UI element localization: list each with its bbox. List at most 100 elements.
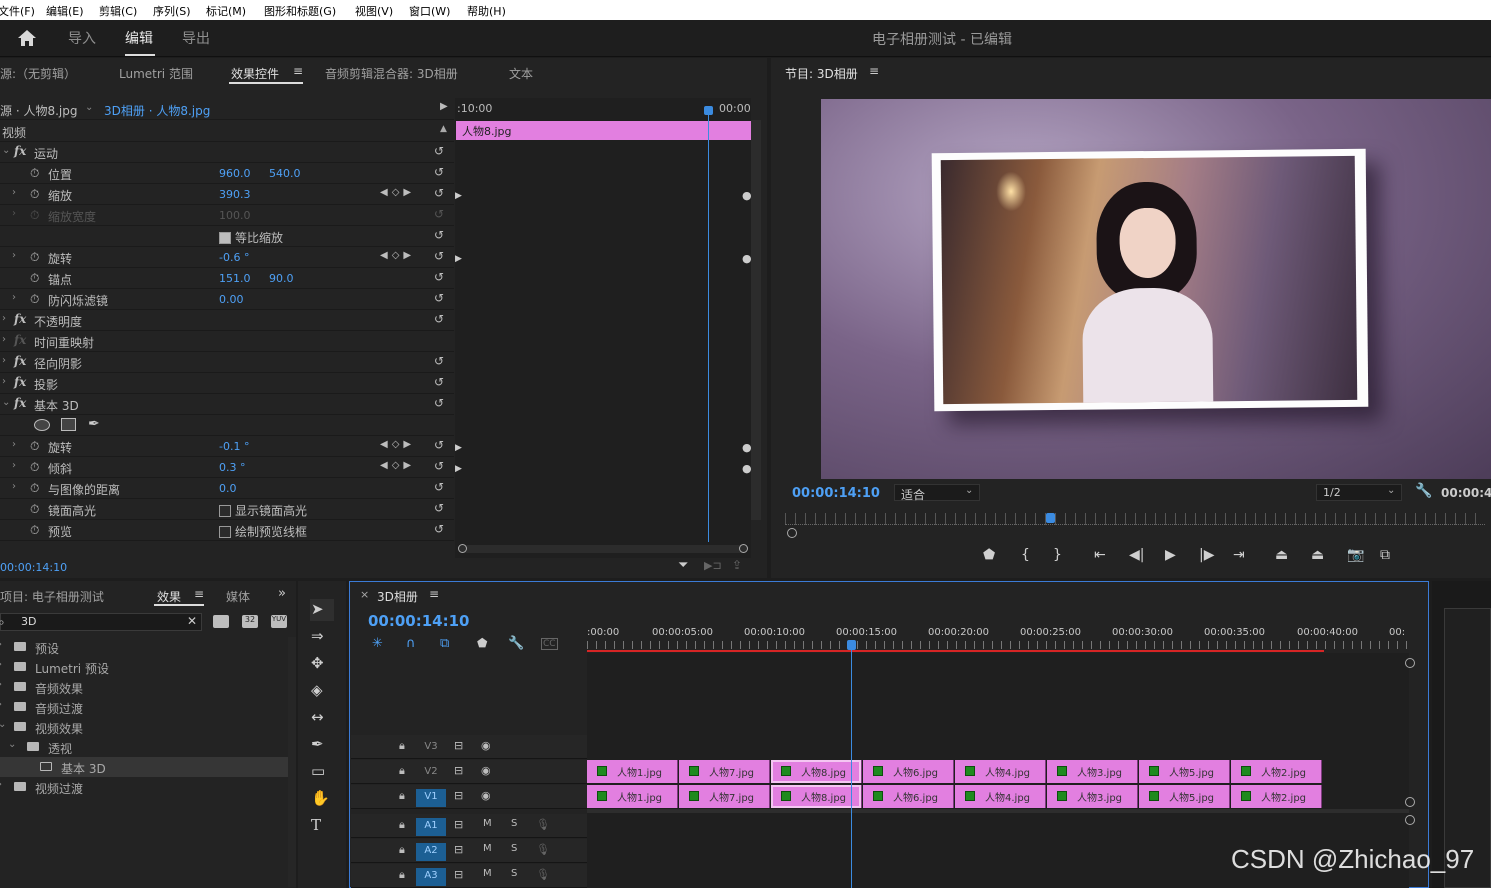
keyframe-nav-scale[interactable]: ▶ <box>455 191 462 201</box>
row-motion[interactable]: ⌄ fx 运动 ↺ <box>0 142 454 163</box>
reset-icon[interactable]: ↺ <box>434 165 444 179</box>
ec-zoom-scrollbar[interactable] <box>458 544 748 553</box>
fit-dropdown[interactable]: 适合 ⌄ <box>894 484 980 502</box>
row-time-remap[interactable]: › fx 时间重映射 <box>0 331 454 352</box>
av-divider[interactable] <box>587 809 1409 813</box>
sync-lock-icon[interactable]: ⊟ <box>454 843 463 856</box>
menu-help[interactable]: 帮助(H) <box>467 3 506 19</box>
ec-scrollbar[interactable] <box>751 120 761 520</box>
fx-icon[interactable]: fx <box>14 354 26 368</box>
rotation-value[interactable]: -0.6 ° <box>219 251 249 264</box>
32bit-effects-icon[interactable]: 32 <box>242 615 258 628</box>
mic-icon[interactable]: 🎙︎ <box>536 868 550 881</box>
solo-button[interactable]: S <box>511 818 517 829</box>
reset-icon[interactable]: ↺ <box>434 375 444 389</box>
mark-in-icon[interactable]: { <box>1021 547 1030 563</box>
step-back-icon[interactable]: ◀| <box>1129 547 1144 563</box>
uniform-scale-checkbox[interactable]: 等比缩放 <box>219 229 283 246</box>
program-scroll-handle[interactable] <box>787 528 797 538</box>
eye-icon[interactable]: ◉ <box>481 739 491 752</box>
timeline-clip[interactable]: 人物3.jpg <box>1047 760 1138 783</box>
mic-icon[interactable]: 🎙︎ <box>536 843 550 856</box>
comparison-view-icon[interactable]: ⧉ <box>1380 547 1390 563</box>
reset-icon[interactable]: ↺ <box>434 186 444 200</box>
timeline-clip[interactable]: 人物5.jpg <box>1139 785 1230 808</box>
sync-lock-icon[interactable]: ⊟ <box>454 789 463 802</box>
chevron-down-icon[interactable]: ⌄ <box>2 397 10 408</box>
pen-tool-icon[interactable]: ✒ <box>311 735 324 753</box>
effects-tree-item[interactable]: › 预设 <box>0 637 288 657</box>
lift-icon[interactable]: ⏏ <box>1275 547 1288 563</box>
nav-export[interactable]: 导出 <box>182 28 210 48</box>
lock-icon[interactable]: 🔒︎ <box>399 764 405 778</box>
slip-tool-icon[interactable]: ↔ <box>311 708 324 726</box>
reset-icon[interactable]: ↺ <box>434 291 444 305</box>
extract-icon[interactable]: ⏏ <box>1311 547 1324 563</box>
anchor-y-value[interactable]: 90.0 <box>269 272 294 285</box>
chevron-down-icon[interactable]: ⌄ <box>8 739 16 750</box>
panel-menu-icon[interactable]: ≡ <box>293 64 303 78</box>
more-panels-icon[interactable]: » <box>278 586 286 601</box>
track-name-a3[interactable]: A3 <box>416 868 446 886</box>
timeline-playhead-line[interactable] <box>851 648 852 888</box>
solo-button[interactable]: S <box>511 843 517 854</box>
reset-icon[interactable]: ↺ <box>434 144 444 158</box>
reset-icon[interactable]: ↺ <box>434 354 444 368</box>
play-only-icon[interactable]: ▶ <box>440 101 448 112</box>
reset-icon[interactable]: ↺ <box>434 522 444 536</box>
keyframe-nav-rotation[interactable]: ▶ <box>455 254 462 264</box>
keyframe-navigator[interactable]: ◀◇▶ <box>380 250 415 261</box>
lock-icon[interactable]: 🔒︎ <box>399 843 405 857</box>
chevron-right-icon[interactable]: › <box>12 460 16 471</box>
stopwatch-icon[interactable]: ⏱ <box>30 481 39 496</box>
chevron-right-icon[interactable]: › <box>0 699 2 710</box>
nav-edit[interactable]: 编辑 <box>125 28 153 48</box>
menu-clip[interactable]: 剪辑(C) <box>99 3 137 19</box>
fx-icon[interactable]: fx <box>14 375 26 389</box>
menu-sequence[interactable]: 序列(S) <box>153 3 191 19</box>
tab-source[interactable]: 源:（无剪辑） <box>0 65 76 82</box>
go-to-in-icon[interactable]: ⇤ <box>1094 547 1106 563</box>
track-name-a2[interactable]: A2 <box>416 843 446 861</box>
menu-window[interactable]: 窗口(W) <box>409 3 450 19</box>
timeline-clip[interactable]: 人物7.jpg <box>679 760 770 783</box>
timeline-clip[interactable]: 人物4.jpg <box>955 760 1046 783</box>
effects-scrollbar[interactable] <box>288 637 296 887</box>
tab-effects[interactable]: 效果 <box>157 588 181 605</box>
mini-playhead[interactable] <box>708 108 709 542</box>
timeline-clip[interactable]: 人物8.jpg <box>771 760 862 783</box>
snap-icon[interactable]: ✳ <box>372 636 383 651</box>
program-timecode[interactable]: 00:00:14:10 <box>792 486 880 501</box>
chevron-right-icon[interactable]: › <box>12 481 16 492</box>
reset-icon[interactable]: ↺ <box>434 480 444 494</box>
lock-icon[interactable]: 🔒︎ <box>399 868 405 882</box>
chevron-down-icon[interactable]: ⌄ <box>2 145 10 156</box>
chevron-right-icon[interactable]: › <box>2 376 6 387</box>
position-x-value[interactable]: 960.0 <box>219 167 251 180</box>
panel-menu-icon[interactable]: ≡ <box>869 64 879 78</box>
timeline-clip[interactable]: 人物6.jpg <box>863 785 954 808</box>
mute-button[interactable]: M <box>483 868 492 879</box>
stopwatch-icon[interactable]: ⏱ <box>30 271 39 286</box>
timeline-clip[interactable]: 人物6.jpg <box>863 760 954 783</box>
camera-icon[interactable]: 📷 <box>1347 547 1364 563</box>
eye-icon[interactable]: ◉ <box>481 789 491 802</box>
accelerated-effects-icon[interactable] <box>213 615 229 628</box>
mini-clip-bar[interactable]: 人物8.jpg <box>456 121 751 140</box>
chevron-right-icon[interactable]: › <box>2 355 6 366</box>
effects-tree-item[interactable]: › Lumetri 预设 <box>0 657 288 677</box>
chevron-right-icon[interactable]: › <box>12 250 16 261</box>
ripple-edit-tool-icon[interactable]: ✥ <box>311 654 324 672</box>
reset-icon[interactable]: ↺ <box>434 501 444 515</box>
timeline-tab[interactable]: 3D相册 <box>377 588 418 605</box>
v-scroll-handle-top[interactable] <box>1405 658 1415 668</box>
chevron-right-icon[interactable]: › <box>12 187 16 198</box>
anchor-x-value[interactable]: 151.0 <box>219 272 251 285</box>
sync-lock-icon[interactable]: ⊟ <box>454 868 463 881</box>
ellipse-mask-icon[interactable] <box>34 419 50 431</box>
timeline-clip[interactable]: 人物2.jpg <box>1231 760 1322 783</box>
stopwatch-active-icon[interactable]: ⏱ <box>30 187 39 202</box>
wrench-icon[interactable]: 🔧 <box>1415 483 1432 499</box>
program-playhead[interactable] <box>1046 513 1055 523</box>
b3d-tilt-value[interactable]: 0.3 ° <box>219 461 246 474</box>
